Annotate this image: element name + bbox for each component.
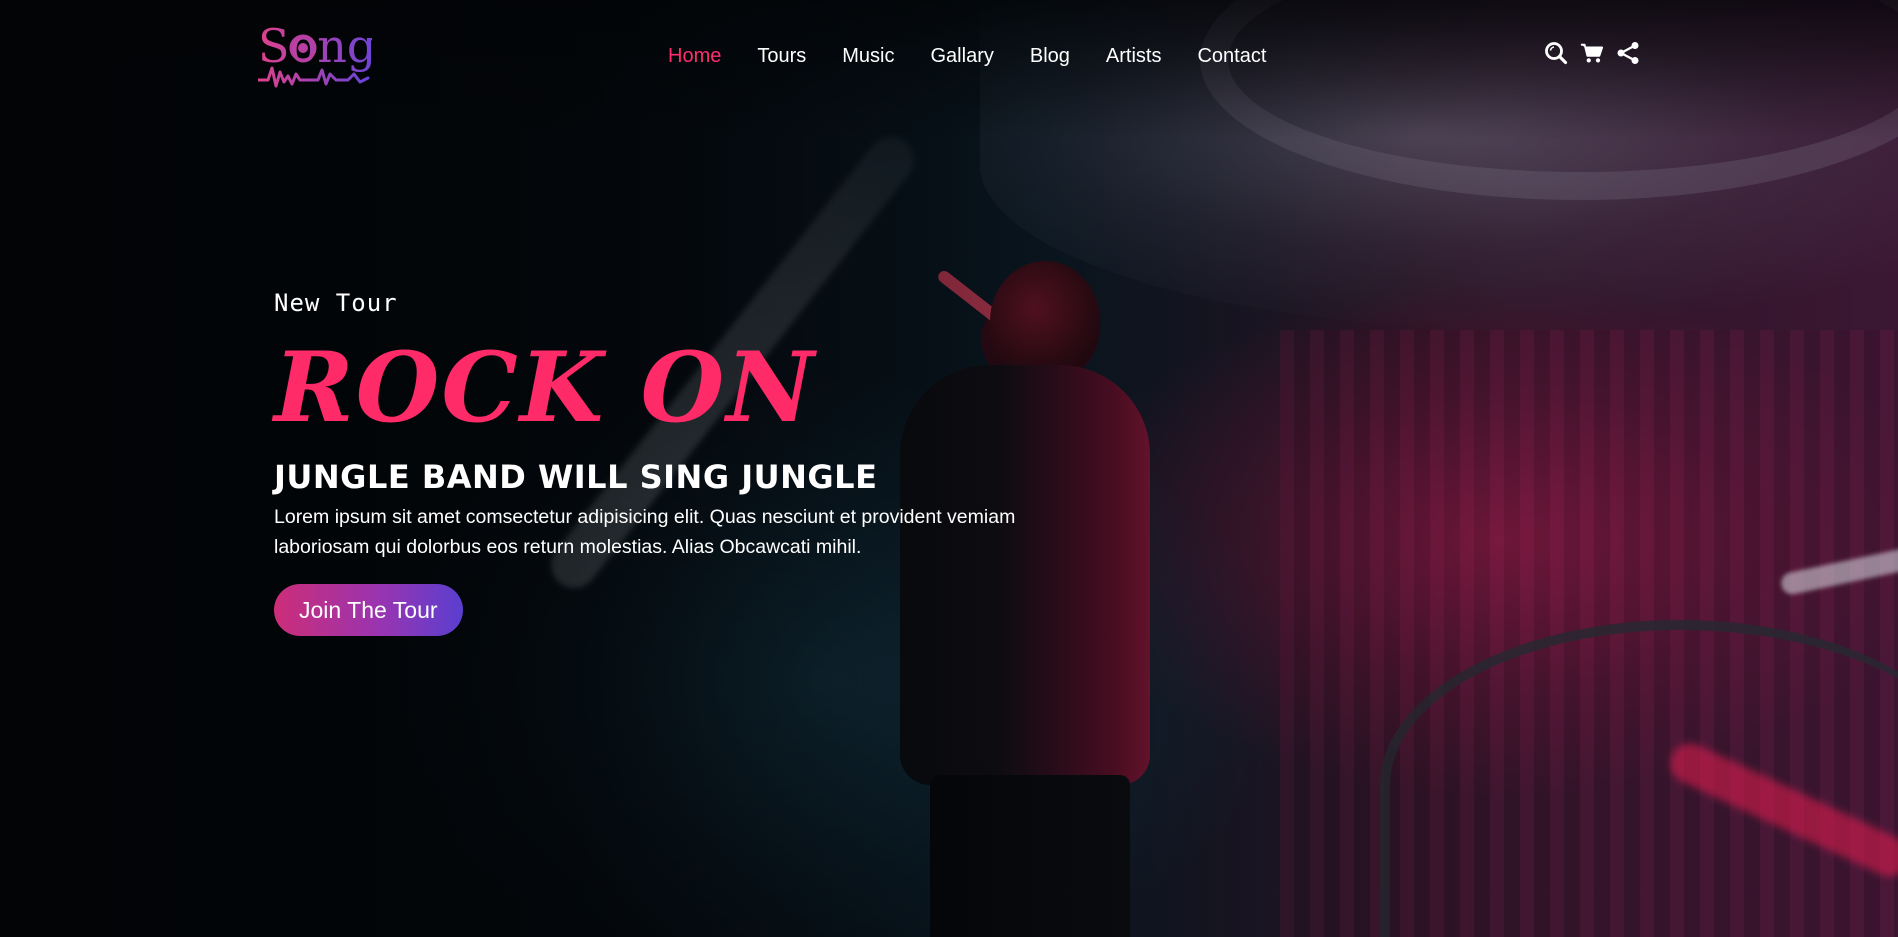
main-nav: Home Tours Music Gallary Blog Artists Co… — [668, 44, 1266, 68]
hero-title: ROCK ON — [274, 331, 817, 444]
nav-item-contact[interactable]: Contact — [1197, 44, 1266, 68]
nav-item-artists[interactable]: Artists — [1106, 44, 1162, 68]
nav-item-music[interactable]: Music — [842, 44, 894, 68]
site-header: Song Home Tours Music Gallary Blog Artis… — [0, 0, 1898, 115]
nav-item-tours[interactable]: Tours — [757, 44, 806, 68]
hero-eyebrow: New Tour — [274, 289, 398, 317]
hero-description: Lorem ipsum sit amet comsectetur adipisi… — [274, 502, 1174, 562]
logo-mark: Song — [256, 19, 376, 88]
hero-description-line-2: laboriosam qui dolorbus eos return moles… — [274, 536, 862, 558]
join-the-tour-button[interactable]: Join The Tour — [274, 584, 463, 636]
search-icon[interactable] — [1544, 41, 1568, 65]
hero-section: New Tour ROCK ON JUNGLE BAND WILL SING J… — [274, 288, 1174, 636]
header-actions — [1544, 41, 1640, 65]
nav-item-home[interactable]: Home — [668, 44, 721, 68]
nav-item-gallary[interactable]: Gallary — [931, 44, 994, 68]
nav-item-blog[interactable]: Blog — [1030, 44, 1070, 68]
share-icon[interactable] — [1616, 41, 1640, 65]
hero-subtitle: JUNGLE BAND WILL SING JUNGLE — [274, 458, 878, 496]
cart-icon[interactable] — [1580, 41, 1604, 65]
logo[interactable]: Song — [256, 19, 376, 90]
hero-description-line-1: Lorem ipsum sit amet comsectetur adipisi… — [274, 506, 1016, 528]
